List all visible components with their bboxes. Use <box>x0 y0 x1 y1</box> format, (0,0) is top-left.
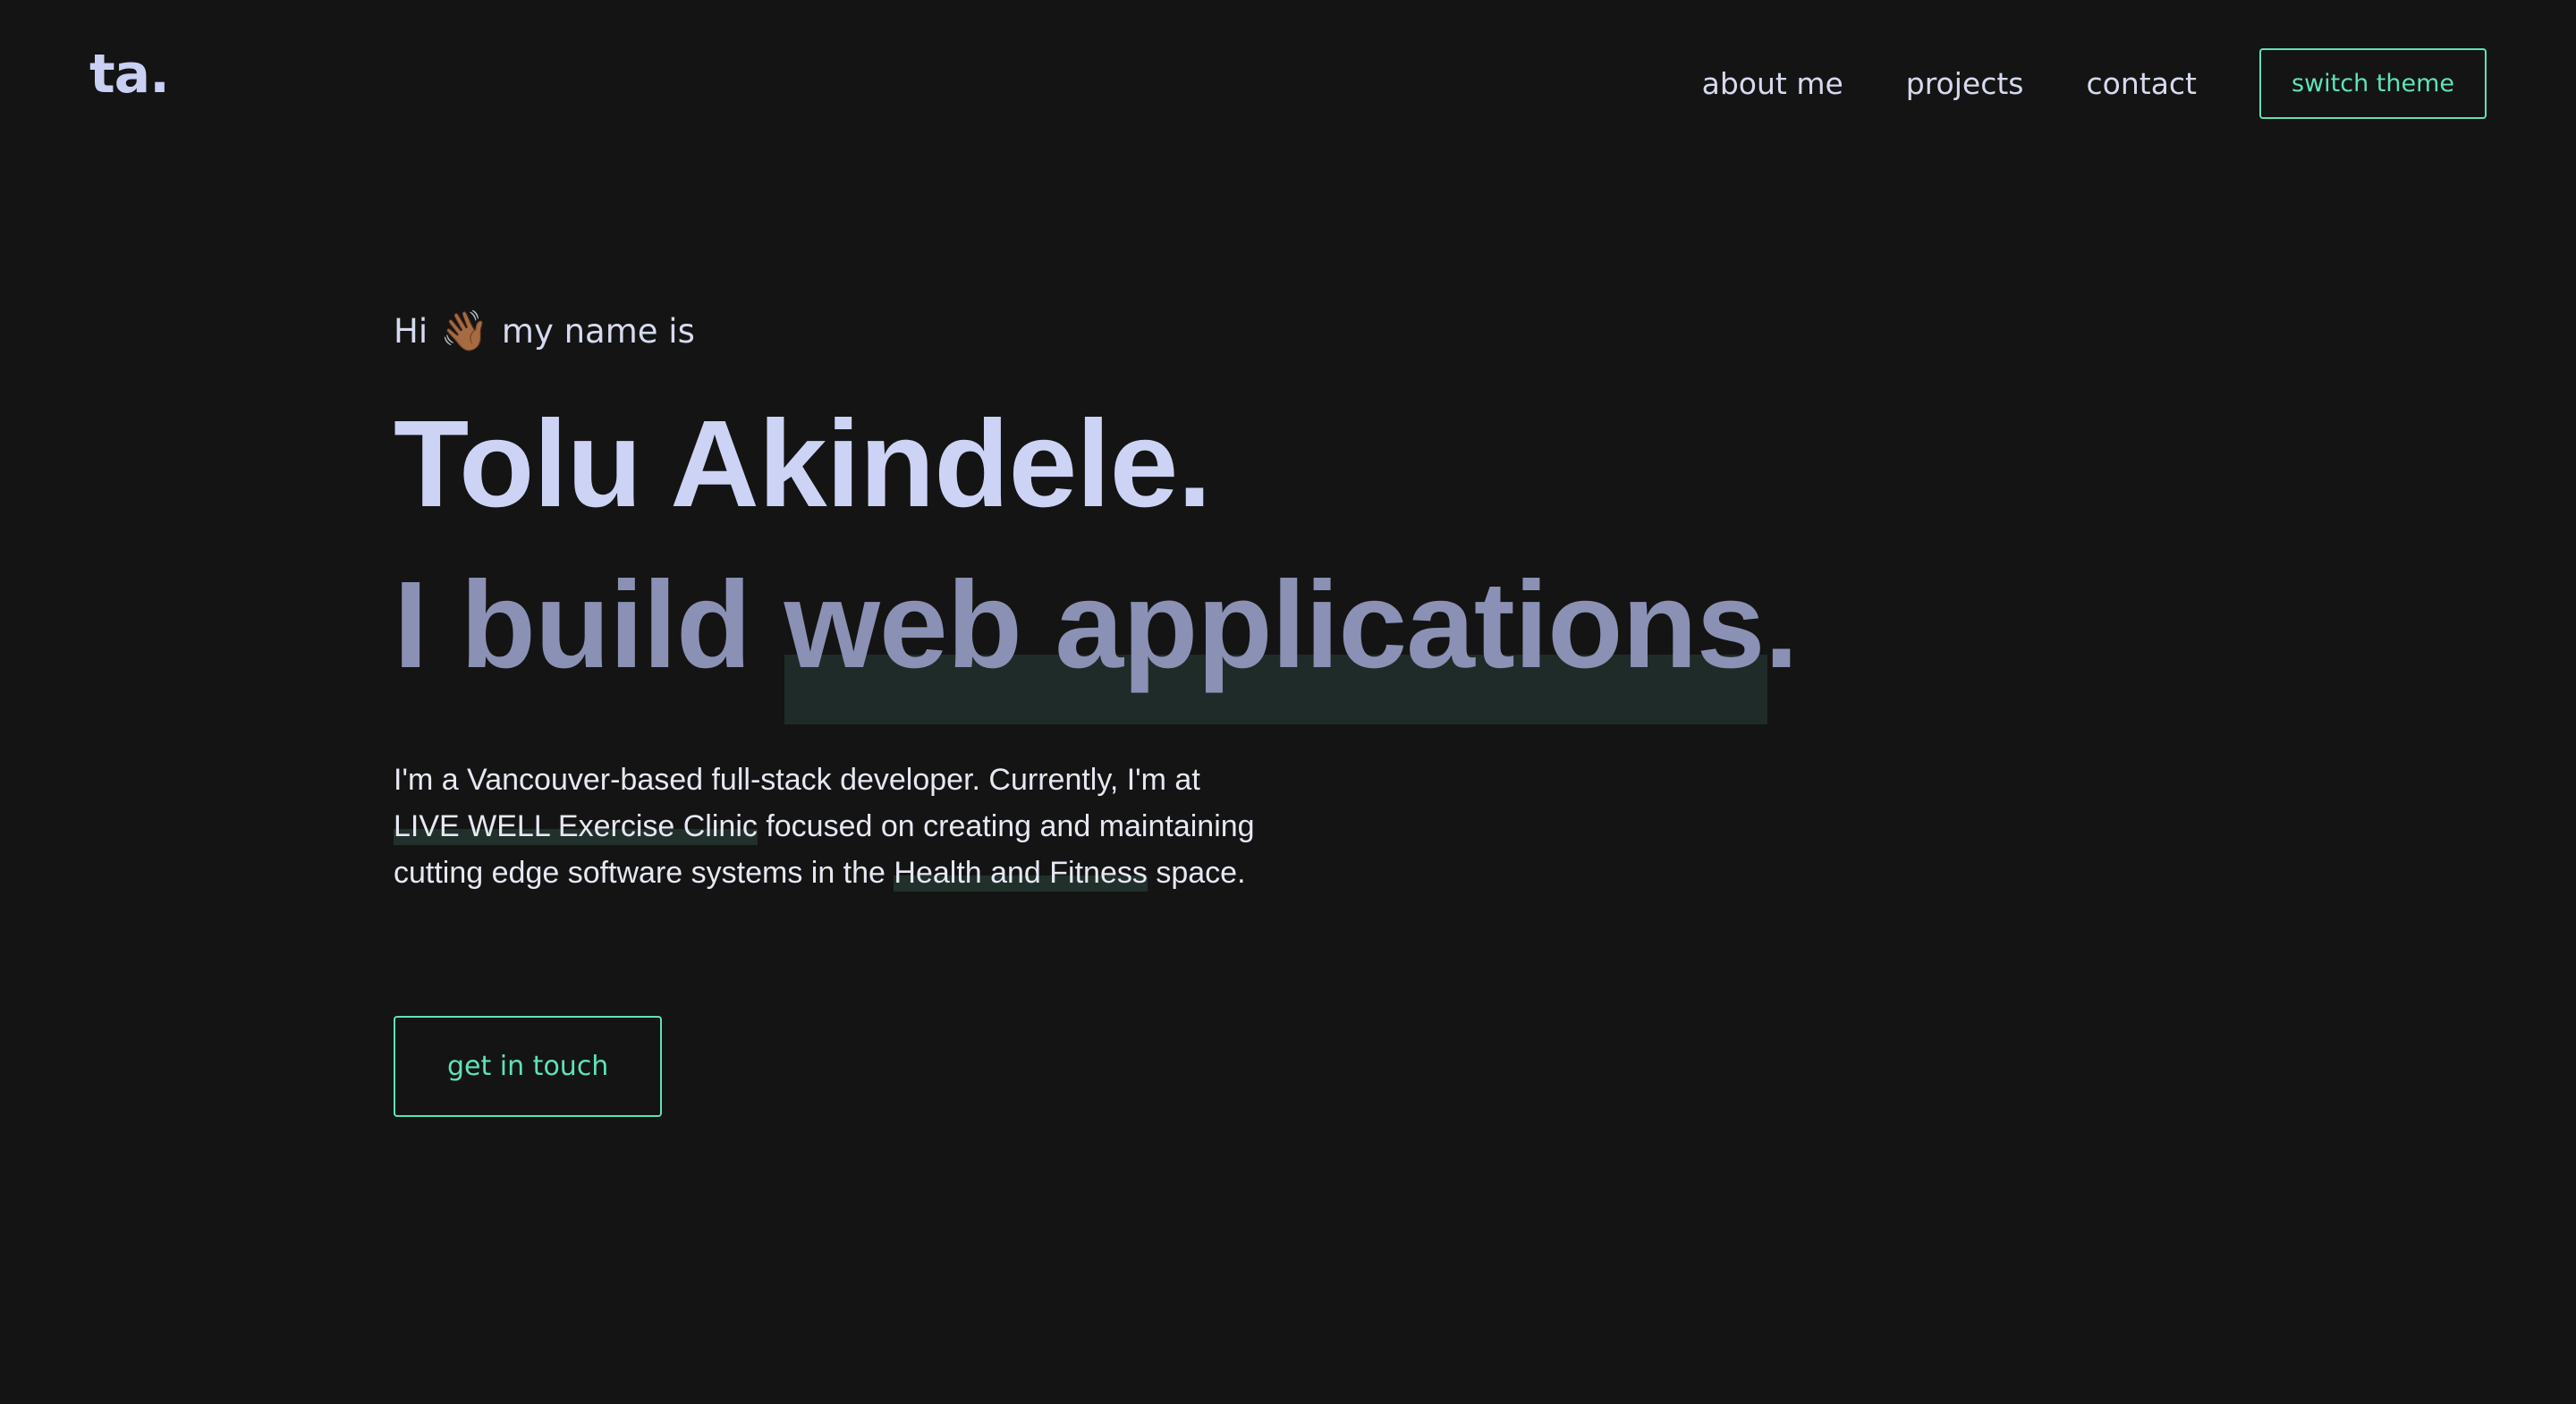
hero-name: Tolu Akindele. <box>394 395 1212 533</box>
nav-link-about-me[interactable]: about me <box>1702 66 1843 101</box>
waving-hand-icon: 👋🏾 <box>440 309 489 354</box>
site-logo[interactable]: ta. <box>89 43 170 106</box>
get-in-touch-button[interactable]: get in touch <box>394 1016 663 1117</box>
tagline-highlight: web applications. <box>784 556 1799 694</box>
intro-paragraph: I'm a Vancouver-based full-stack develop… <box>394 757 1288 896</box>
switch-theme-button[interactable]: switch theme <box>2259 48 2487 119</box>
greeting: Hi 👋🏾 my name is <box>394 295 2182 367</box>
intro-text-part3: space. <box>1147 856 1246 890</box>
intro-text-part1: I'm a Vancouver-based full-stack develop… <box>394 763 1200 797</box>
nav-link-projects[interactable]: projects <box>1906 66 2024 101</box>
hero-tagline: I build web applications. <box>394 563 2182 687</box>
hero-section: Hi 👋🏾 my name is Tolu Akindele. I build … <box>394 295 2182 1117</box>
greeting-hi: Hi <box>394 311 428 351</box>
industry-link[interactable]: Health and Fitness <box>894 856 1148 892</box>
employer-link[interactable]: LIVE WELL Exercise Clinic <box>394 809 758 845</box>
nav-link-contact[interactable]: contact <box>2087 66 2198 101</box>
top-navigation: ta. about me projects contact switch the… <box>0 0 2576 161</box>
nav-links: about me projects contact switch theme <box>1702 48 2487 119</box>
tagline-prefix: I build <box>394 556 784 694</box>
greeting-my-name-is: my name is <box>501 311 695 351</box>
